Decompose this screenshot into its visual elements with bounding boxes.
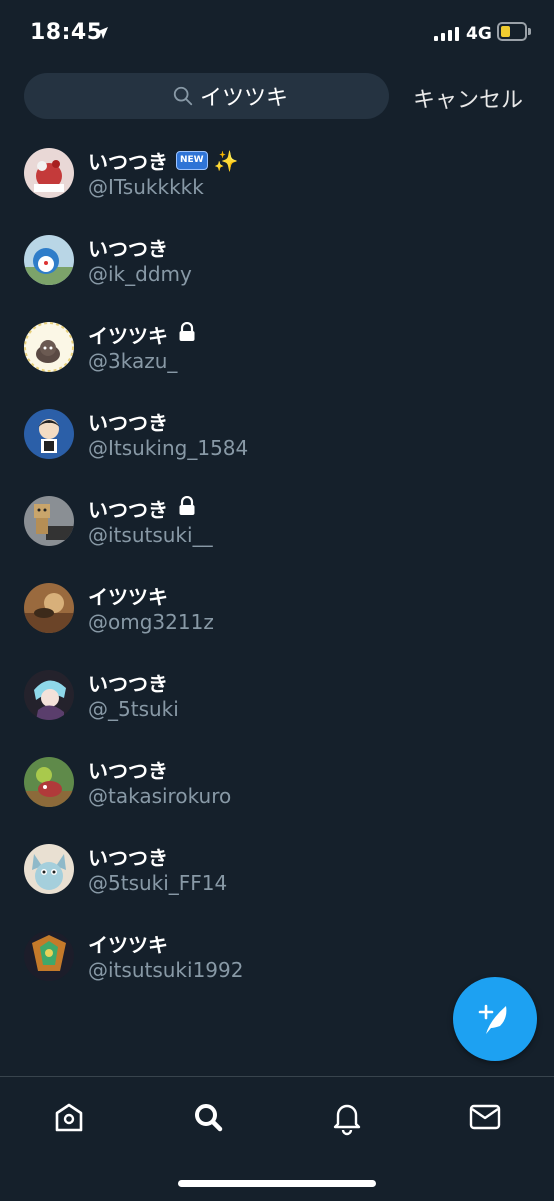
new-badge-icon: NEW (176, 151, 208, 170)
user-name-text: いつつき (88, 411, 168, 435)
avatar (24, 322, 74, 372)
search-icon (173, 86, 193, 106)
avatar (24, 583, 74, 633)
lock-icon (178, 495, 196, 521)
search-icon (195, 1104, 223, 1132)
list-item[interactable]: いつつき NEW ✨ @ITsukkkkk (0, 130, 554, 216)
home-icon (55, 1103, 83, 1132)
avatar (24, 757, 74, 807)
user-handle: @takasirokuro (88, 784, 232, 808)
user-handle: @_5tsuki (88, 697, 179, 721)
user-name-text: イツツキ (88, 585, 168, 609)
cancel-button[interactable]: キャンセル (413, 82, 523, 114)
user-name-text: イツツキ (88, 933, 168, 957)
list-item[interactable]: イツツキ @3kazu_ (0, 304, 554, 390)
messages-icon (469, 1104, 501, 1130)
user-handle: @omg3211z (88, 610, 214, 634)
user-name-text: いつつき (88, 846, 168, 870)
list-item[interactable]: いつつき @_5tsuki (0, 652, 554, 738)
avatar (24, 670, 74, 720)
tab-home[interactable] (49, 1097, 89, 1137)
cellular-signal-icon (434, 27, 459, 41)
user-handle: @ITsukkkkk (88, 175, 204, 199)
user-name-text: いつつき (88, 150, 168, 174)
user-display-name: いつつき (88, 755, 168, 784)
user-handle: @3kazu_ (88, 349, 178, 373)
list-item[interactable]: いつつき @Itsuking_1584 (0, 391, 554, 477)
list-item[interactable]: いつつき @itsutsuki__ (0, 478, 554, 564)
battery-cap (528, 28, 531, 35)
list-item[interactable]: いつつき @5tsuki_FF14 (0, 826, 554, 912)
user-name-text: いつつき (88, 498, 168, 522)
user-name-text: いつつき (88, 759, 168, 783)
user-name-text: いつつき (88, 672, 168, 696)
search-input[interactable]: イツツキ (24, 73, 389, 119)
user-name-text: イツツキ (88, 324, 168, 348)
tab-notifications[interactable] (327, 1097, 367, 1137)
user-display-name: イツツキ (88, 320, 196, 349)
user-handle: @5tsuki_FF14 (88, 871, 228, 895)
user-display-name: いつつき (88, 842, 168, 871)
user-display-name: いつつき (88, 668, 168, 697)
home-indicator[interactable] (178, 1180, 376, 1187)
tab-messages[interactable] (465, 1097, 505, 1137)
status-bar: 18:45 4G (0, 0, 554, 66)
user-handle: @ik_ddmy (88, 262, 192, 286)
avatar (24, 235, 74, 285)
compose-tweet-icon (478, 1004, 507, 1034)
user-display-name: いつつき NEW ✨ (88, 146, 239, 175)
notifications-icon (333, 1104, 361, 1136)
avatar (24, 844, 74, 894)
compose-tweet-button[interactable] (453, 977, 537, 1061)
user-display-name: イツツキ (88, 929, 168, 958)
avatar (24, 931, 74, 981)
avatar (24, 496, 74, 546)
tab-search[interactable] (188, 1097, 228, 1137)
user-handle: @Itsuking_1584 (88, 436, 249, 460)
user-handle: @itsutsuki__ (88, 523, 213, 547)
list-item[interactable]: いつつき @takasirokuro (0, 739, 554, 825)
user-display-name: いつつき (88, 233, 168, 262)
avatar (24, 148, 74, 198)
user-display-name: いつつき (88, 494, 196, 523)
user-handle: @itsutsuki1992 (88, 958, 244, 982)
battery-icon (497, 22, 527, 41)
user-display-name: イツツキ (88, 581, 168, 610)
location-arrow-icon (95, 25, 109, 44)
search-query: イツツキ (200, 86, 289, 111)
sparkles-icon: ✨ (213, 148, 239, 173)
user-display-name: いつつき (88, 407, 168, 436)
avatar (24, 409, 74, 459)
status-time: 18:45 (30, 20, 103, 45)
lock-icon (178, 321, 196, 347)
list-item[interactable]: いつつき @ik_ddmy (0, 217, 554, 303)
network-type: 4G (466, 24, 492, 44)
user-name-text: いつつき (88, 237, 168, 261)
list-item[interactable]: イツツキ @omg3211z (0, 565, 554, 651)
